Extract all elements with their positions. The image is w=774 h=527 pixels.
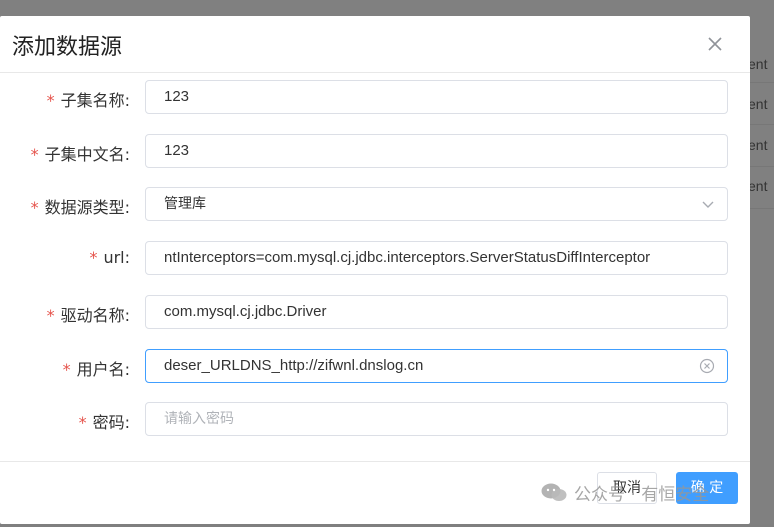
form-row-subset-cn-name: * 子集中文名: 123 <box>0 134 750 170</box>
label-text: 子集名称: <box>60 91 130 110</box>
driver-name-input[interactable]: com.mysql.cj.jdbc.Driver <box>145 295 728 329</box>
label-text: 用户名: <box>76 360 130 379</box>
watermark-text: 公众号 · 有恒安全 <box>574 484 710 505</box>
form-row-password: * 密码: 请输入密码 <box>0 402 750 438</box>
required-mark: * <box>30 145 39 164</box>
field-label: * 子集名称: <box>47 87 130 111</box>
required-mark: * <box>30 198 39 217</box>
dialog-header: 添加数据源 <box>0 16 750 73</box>
wechat-icon <box>541 483 567 501</box>
datasource-type-select[interactable]: 管理库 <box>145 187 728 221</box>
field-label: * 密码: <box>79 409 130 433</box>
select-value: 管理库 <box>164 196 206 212</box>
subset-name-input[interactable]: 123 <box>145 80 728 114</box>
required-mark: * <box>62 360 71 379</box>
form-row-username: * 用户名: deser_URLDNS_http://zifwnl.dnslog.… <box>0 349 750 385</box>
close-icon[interactable] <box>704 33 726 55</box>
form-row-driver-name: * 驱动名称: com.mysql.cj.jdbc.Driver <box>0 295 750 331</box>
password-input[interactable]: 请输入密码 <box>145 402 728 436</box>
table-cell: ent <box>748 178 768 194</box>
required-mark: * <box>46 306 55 325</box>
label-text: 数据源类型: <box>44 198 130 217</box>
form-row-subset-name: * 子集名称: 123 <box>0 80 750 116</box>
chevron-down-icon <box>702 201 714 208</box>
url-input[interactable]: ntInterceptors=com.mysql.cj.jdbc.interce… <box>145 241 728 275</box>
add-datasource-dialog: 添加数据源 * 子集名称: 123 * 子集中文名: 123 * 数据源类型: 管理库… <box>0 16 750 524</box>
field-label: * 子集中文名: <box>31 141 130 165</box>
watermark: 公众号 · 有恒安全 <box>540 478 709 506</box>
required-mark: * <box>89 248 98 267</box>
subset-cn-name-input[interactable]: 123 <box>145 134 728 168</box>
clear-icon[interactable] <box>699 358 715 374</box>
username-value: deser_URLDNS_http://zifwnl.dnslog.cn <box>164 357 424 374</box>
dialog-title: 添加数据源 <box>12 35 123 60</box>
label-text: url: <box>103 248 130 267</box>
label-text: 密码: <box>92 413 130 432</box>
label-text: 驱动名称: <box>60 306 130 325</box>
field-label: * 数据源类型: <box>31 194 130 218</box>
form-row-url: * url: ntInterceptors=com.mysql.cj.jdbc.i… <box>0 241 750 277</box>
label-text: 子集中文名: <box>44 145 130 164</box>
field-label: * 用户名: <box>63 356 130 380</box>
form-row-datasource-type: * 数据源类型: 管理库 <box>0 187 750 223</box>
field-label: * url: <box>89 248 130 267</box>
table-cell: ent <box>748 96 768 112</box>
required-mark: * <box>78 413 87 432</box>
required-mark: * <box>46 91 55 110</box>
table-cell: ent <box>748 137 768 153</box>
table-cell: ent <box>748 56 768 72</box>
field-label: * 驱动名称: <box>47 302 130 326</box>
username-input[interactable]: deser_URLDNS_http://zifwnl.dnslog.cn <box>145 349 728 383</box>
